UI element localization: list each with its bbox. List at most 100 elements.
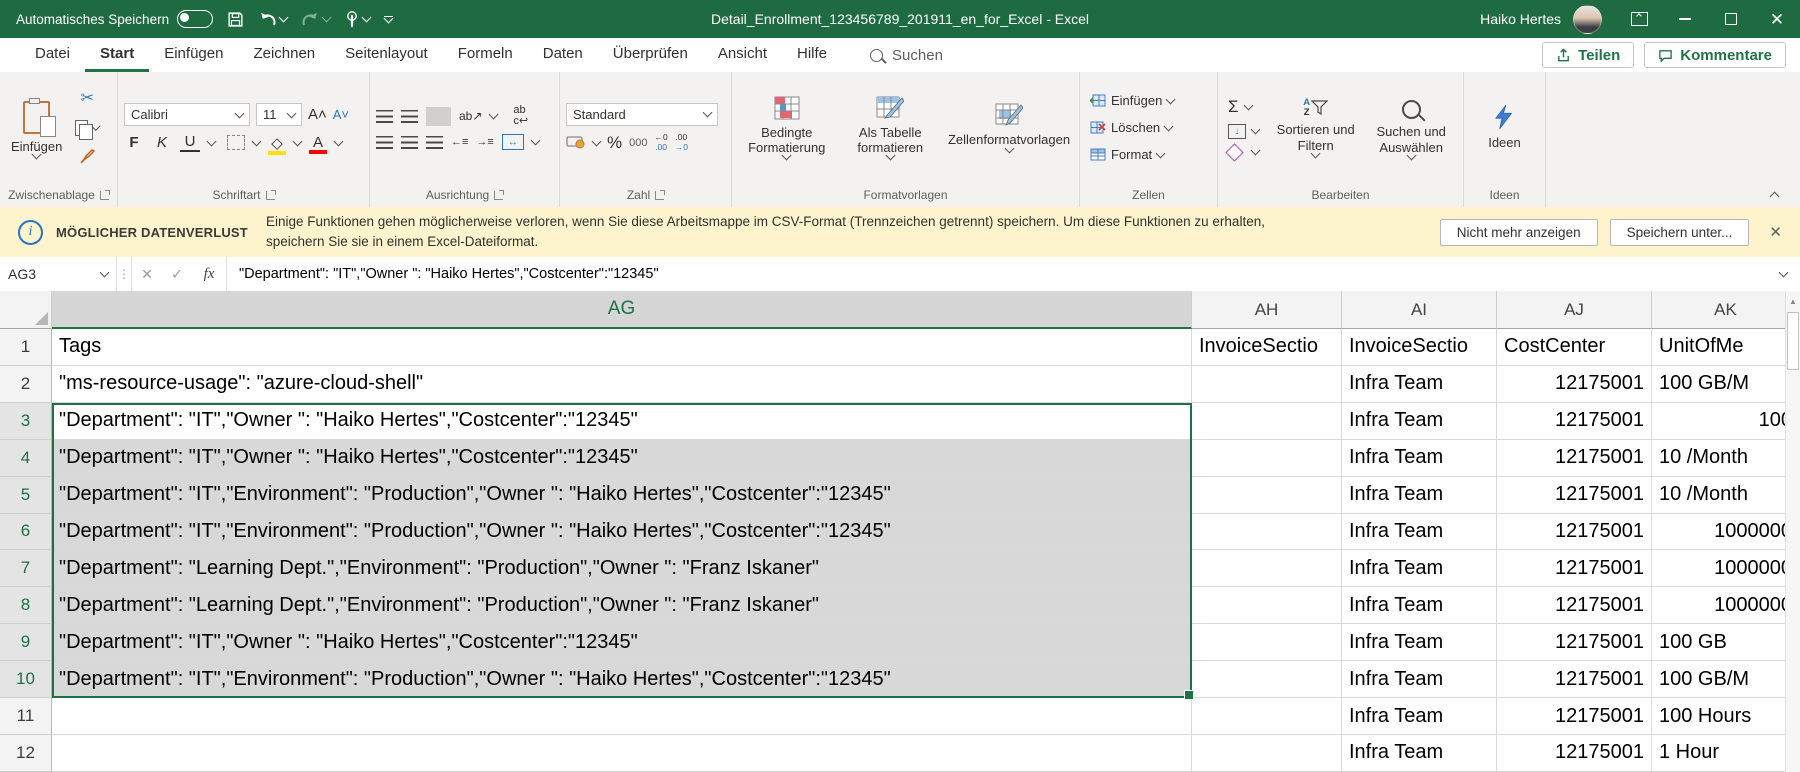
cell-AH5[interactable]	[1192, 477, 1342, 514]
cell-AH12[interactable]	[1192, 735, 1342, 772]
cell-styles-button[interactable]: Zellenformatvorlagen	[945, 76, 1073, 179]
increase-decimal-button[interactable]: ←0.00	[654, 133, 667, 153]
decrease-decimal-button[interactable]: .00→0	[675, 133, 688, 153]
scroll-up-icon[interactable]: ▲	[1789, 291, 1797, 306]
autosum-button[interactable]: Σ	[1228, 97, 1252, 117]
formula-bar-gripper[interactable]: ⋮	[117, 257, 132, 291]
user-avatar[interactable]	[1573, 5, 1602, 34]
cell-AJ9[interactable]: 12175001	[1497, 624, 1652, 661]
cell-AJ5[interactable]: 12175001	[1497, 477, 1652, 514]
row-header-2[interactable]: 2	[0, 366, 52, 403]
name-box[interactable]: AG3	[0, 257, 117, 291]
bold-button[interactable]: F	[124, 134, 144, 151]
merge-dropdown-icon[interactable]	[530, 136, 540, 146]
align-top-button[interactable]	[376, 110, 393, 123]
cell-AK4[interactable]: 10 /Month	[1652, 440, 1800, 477]
dismiss-warning-button[interactable]: Nicht mehr anzeigen	[1440, 219, 1598, 246]
merge-center-button[interactable]: ↔	[502, 134, 524, 150]
cell-AG7[interactable]: "Department": "Learning Dept.","Environm…	[52, 550, 1192, 587]
font-name-select[interactable]: Calibri	[124, 103, 250, 126]
font-color-dropdown-icon[interactable]	[334, 136, 344, 146]
cell-AI8[interactable]: Infra Team	[1342, 587, 1497, 624]
cell-AJ8[interactable]: 12175001	[1497, 587, 1652, 624]
save-button[interactable]	[227, 11, 244, 28]
align-right-button[interactable]	[426, 136, 443, 149]
cell-AH3[interactable]	[1192, 403, 1342, 440]
conditional-formatting-button[interactable]: Bedingte Formatierung	[738, 76, 836, 179]
confirm-entry-icon[interactable]: ✓	[162, 257, 192, 291]
undo-button[interactable]	[258, 11, 287, 28]
cell-AK1[interactable]: UnitOfMe	[1652, 329, 1800, 366]
customize-qat-button[interactable]	[384, 16, 393, 23]
close-warning-icon[interactable]: ✕	[1763, 223, 1800, 241]
underline-dropdown-icon[interactable]	[207, 136, 217, 146]
cell-AK11[interactable]: 100 Hours	[1652, 698, 1800, 735]
cell-AK7[interactable]: 1000000	[1652, 550, 1800, 587]
insert-cells-dropdown-icon[interactable]	[1166, 94, 1176, 104]
cell-AI12[interactable]: Infra Team	[1342, 735, 1497, 772]
copy-button[interactable]	[75, 117, 99, 139]
cell-AK6[interactable]: 1000000	[1652, 514, 1800, 551]
cell-AG3[interactable]: "Department": "IT","Owner ": "Haiko Hert…	[52, 403, 1192, 440]
cell-AI11[interactable]: Infra Team	[1342, 698, 1497, 735]
account-name[interactable]: Haiko Hertes	[1480, 11, 1561, 27]
cell-AH7[interactable]	[1192, 550, 1342, 587]
row-header-9[interactable]: 9	[0, 624, 52, 661]
undo-dropdown-icon[interactable]	[279, 13, 289, 23]
cell-AG6[interactable]: "Department": "IT","Environment": "Produ…	[52, 514, 1192, 551]
cell-AG8[interactable]: "Department": "Learning Dept.","Environm…	[52, 587, 1192, 624]
cell-AJ2[interactable]: 12175001	[1497, 366, 1652, 403]
row-header-7[interactable]: 7	[0, 550, 52, 587]
cell-AH1[interactable]: InvoiceSectio	[1192, 329, 1342, 366]
cell-AK9[interactable]: 100 GB	[1652, 624, 1800, 661]
autosave-toggle[interactable]: Automatisches Speichern	[16, 10, 213, 28]
comma-style-button[interactable]: 000	[629, 137, 647, 149]
row-header-12[interactable]: 12	[0, 735, 52, 772]
tab-überprüfen[interactable]: Überprüfen	[598, 38, 703, 72]
row-header-1[interactable]: 1	[0, 329, 52, 366]
wrap-text-button[interactable]: abc↩	[513, 105, 528, 127]
ideas-button[interactable]: Ideen	[1483, 76, 1526, 179]
cell-AJ11[interactable]: 12175001	[1497, 698, 1652, 735]
cell-AJ12[interactable]: 12175001	[1497, 735, 1652, 772]
cell-AJ6[interactable]: 12175001	[1497, 514, 1652, 551]
cut-button[interactable]: ✂	[75, 88, 99, 110]
font-color-button[interactable]: A	[309, 134, 327, 151]
font-dialog-launcher-icon[interactable]	[266, 191, 275, 200]
italic-button[interactable]: K	[152, 134, 172, 151]
cell-AH11[interactable]	[1192, 698, 1342, 735]
font-size-select[interactable]: 11	[256, 103, 302, 126]
fill-button[interactable]: ↓	[1228, 124, 1259, 139]
cell-AJ10[interactable]: 12175001	[1497, 661, 1652, 698]
clipboard-dialog-launcher-icon[interactable]	[100, 191, 109, 200]
cell-AI6[interactable]: Infra Team	[1342, 514, 1497, 551]
row-header-5[interactable]: 5	[0, 477, 52, 514]
tab-daten[interactable]: Daten	[528, 38, 598, 72]
tab-zeichnen[interactable]: Zeichnen	[238, 38, 330, 72]
vertical-scrollbar[interactable]: ▲	[1785, 291, 1800, 772]
formula-input[interactable]: "Department": "IT","Owner ": "Haiko Hert…	[227, 257, 1766, 291]
format-cells-dropdown-icon[interactable]	[1156, 148, 1166, 158]
tab-ansicht[interactable]: Ansicht	[703, 38, 782, 72]
cell-AG2[interactable]: "ms-resource-usage": "azure-cloud-shell"	[52, 366, 1192, 403]
row-header-4[interactable]: 4	[0, 440, 52, 477]
tab-start[interactable]: Start	[85, 38, 149, 72]
underline-button[interactable]: U	[180, 133, 200, 152]
delete-cells-dropdown-icon[interactable]	[1164, 121, 1174, 131]
cancel-entry-icon[interactable]: ✕	[132, 257, 162, 291]
cell-AJ7[interactable]: 12175001	[1497, 550, 1652, 587]
cell-AG4[interactable]: "Department": "IT","Owner ": "Haiko Hert…	[52, 440, 1192, 477]
cell-AG9[interactable]: "Department": "IT","Owner ": "Haiko Hert…	[52, 624, 1192, 661]
cell-AG12[interactable]	[52, 735, 1192, 772]
tab-hilfe[interactable]: Hilfe	[782, 38, 842, 72]
cell-AG1[interactable]: Tags	[52, 329, 1192, 366]
column-header-AG[interactable]: AG	[52, 291, 1192, 329]
search-box[interactable]: Suchen	[870, 38, 943, 72]
fill-color-dropdown-icon[interactable]	[293, 136, 303, 146]
column-header-AI[interactable]: AI	[1342, 291, 1497, 329]
find-select-button[interactable]: Suchen und Auswählen	[1365, 76, 1457, 179]
comments-button[interactable]: Kommentare	[1644, 42, 1786, 68]
number-dialog-launcher-icon[interactable]	[655, 191, 664, 200]
cell-AG11[interactable]	[52, 698, 1192, 735]
scrollbar-thumb[interactable]	[1787, 312, 1799, 370]
